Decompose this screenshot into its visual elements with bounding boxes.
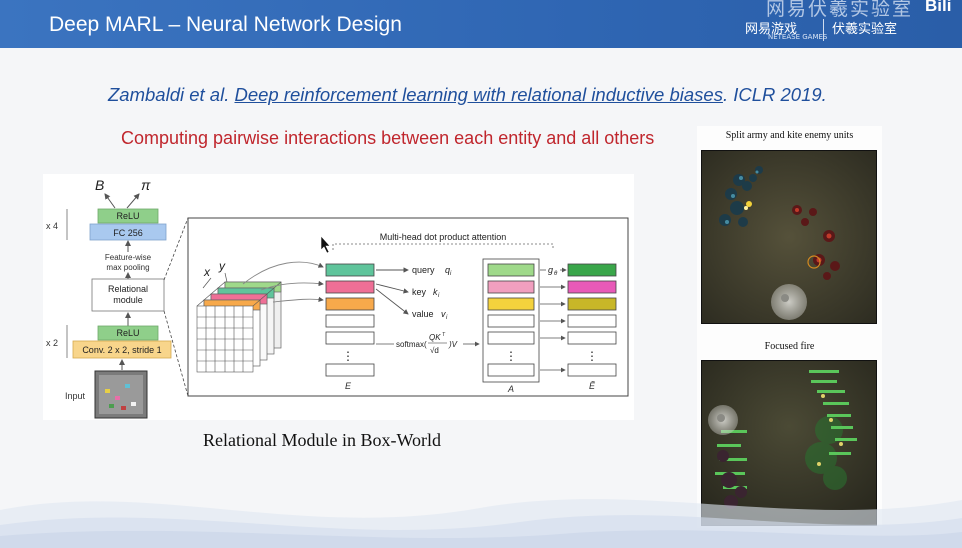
axis-y-label: y [218, 259, 226, 273]
slide: Deep MARL – Neural Network Design 网易伏羲实验… [0, 0, 962, 548]
arrow-to-pi [126, 193, 140, 209]
relu-bottom-label: ReLU [116, 328, 139, 338]
a-row-last [487, 363, 535, 377]
g-theta-label: g [548, 265, 553, 275]
e-label: E [345, 381, 352, 391]
a-row-green [487, 263, 535, 277]
slide-subtitle: Computing pairwise interactions between … [121, 128, 655, 148]
architecture-diagram: B π x 4 ReLU FC 256 Feature-wise max poo… [46, 177, 629, 419]
softmax-numerator: QK [429, 333, 441, 342]
focused-fire-label: Focused fire [764, 341, 815, 352]
fc-label: FC 256 [113, 228, 143, 238]
et-row-green [567, 263, 617, 277]
attention-title: Multi-head dot product attention [380, 232, 507, 242]
query-label: query [412, 265, 435, 275]
output-b-label: B [95, 177, 104, 193]
axis-x-label: x [203, 265, 211, 279]
e-row-empty-1 [325, 314, 375, 328]
pooling-label-2: max pooling [106, 263, 149, 272]
slide-title: Deep MARL – Neural Network Design [49, 13, 402, 36]
value-label: value [412, 309, 434, 319]
citation-paper-link[interactable]: Deep reinforcement learning with relatio… [234, 84, 722, 105]
paper-citation: Zambaldi et al. Deep reinforcement learn… [108, 84, 827, 106]
relational-label-2: module [113, 295, 143, 305]
bilibili-watermark: Bili [925, 0, 952, 15]
split-army-label: Split army and kite enemy units [725, 130, 854, 141]
repeat-x4-label: x 4 [46, 221, 58, 231]
et-row-empty-1 [567, 314, 617, 328]
et-row-magenta [567, 280, 617, 294]
a-row-yellow [487, 297, 535, 311]
input-label: Input [65, 391, 86, 401]
output-pi-label: π [141, 177, 151, 193]
relational-label-1: Relational [108, 284, 148, 294]
a-row-empty-1 [487, 314, 535, 328]
softmax-denominator: √d [430, 346, 439, 355]
conv-label: Conv. 2 x 2, stride 1 [82, 345, 161, 355]
a-row-pink [487, 280, 535, 294]
a-row-empty-2 [487, 331, 535, 345]
citation-authors: Zambaldi et al. [108, 84, 235, 105]
a-dots: ⋮ [505, 349, 517, 363]
et-row-last [567, 363, 617, 377]
repeat-x2-label: x 2 [46, 338, 58, 348]
e-row-pink [325, 280, 375, 294]
zoom-line-top [163, 217, 189, 281]
softmax-text: softmax( [396, 340, 427, 349]
fuxi-lab-logo: 伏羲实验室 [832, 22, 898, 37]
starcraft-panel: Split army and kite enemy units Focused … [697, 126, 882, 528]
key-label: key [412, 287, 427, 297]
figure-caption: Relational Module in Box-World [203, 430, 442, 450]
e-row-orange [325, 297, 375, 311]
a-label: A [507, 384, 514, 394]
logo-divider [823, 19, 824, 41]
decorative-waves [0, 499, 962, 548]
architecture-figure: B π x 4 ReLU FC 256 Feature-wise max poo… [43, 174, 634, 420]
et-row-empty-2 [567, 331, 617, 345]
et-dots: ⋮ [586, 349, 598, 363]
arrow-to-b [104, 193, 116, 209]
softmax-tail: )V [448, 340, 458, 349]
e-row-empty-2 [325, 331, 375, 345]
citation-venue: . ICLR 2019. [722, 84, 827, 105]
header-bar: Deep MARL – Neural Network Design 网易伏羲实验… [0, 0, 962, 48]
e-row-last [325, 363, 375, 377]
e-tilde-label: Ẽ [589, 381, 596, 391]
pooling-label-1: Feature-wise [105, 253, 152, 262]
et-row-olive [567, 297, 617, 311]
e-row-teal [325, 263, 375, 277]
relu-top-label: ReLU [116, 211, 139, 221]
e-dots: ⋮ [342, 349, 354, 363]
split-army-screenshot [701, 150, 877, 324]
netease-games-logo-sub: NETEASE GAMES [768, 33, 828, 41]
